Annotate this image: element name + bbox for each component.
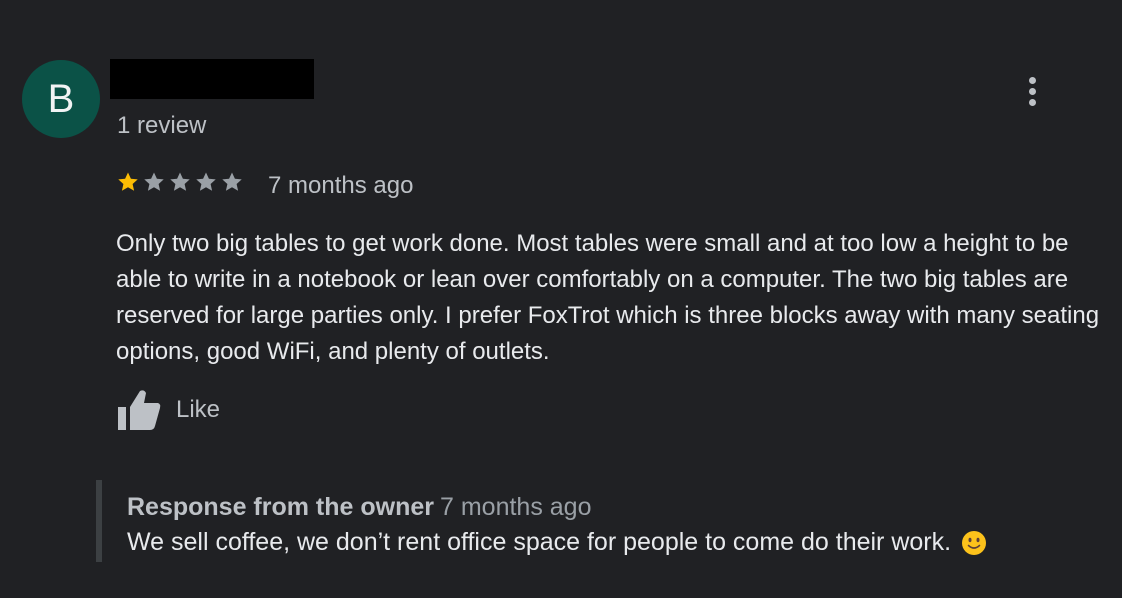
star-icon [144, 172, 164, 191]
star-icon [222, 172, 242, 191]
like-button[interactable]: Like [116, 388, 220, 432]
star-icon [118, 172, 138, 191]
avatar-letter: B [47, 76, 75, 121]
avatar[interactable]: B [22, 60, 100, 138]
review-text: Only two big tables to get work done. Mo… [116, 230, 1100, 365]
star-rating [116, 170, 244, 194]
owner-response-title: Response from the owner [127, 493, 434, 521]
reviewer-name-redacted [110, 59, 314, 99]
review-card: B 1 review 7 months ago Only two big tab… [0, 0, 1122, 598]
owner-response-date: 7 months ago [440, 493, 592, 521]
review-date: 7 months ago [268, 172, 414, 199]
like-label: Like [176, 396, 221, 423]
star-icon [196, 172, 216, 191]
owner-response-body: We sell coffee, we don’t rent office spa… [127, 528, 987, 557]
slightly-smiling-face-icon [962, 530, 987, 555]
review-count: 1 review [117, 112, 207, 139]
owner-response: Response from the owner 7 months ago We s… [96, 480, 1102, 562]
more-options-button[interactable] [1017, 74, 1047, 108]
owner-response-text: We sell coffee, we don’t rent office spa… [127, 528, 952, 556]
more-vert-icon [1028, 76, 1036, 84]
star-icon [170, 172, 190, 191]
thumbs-up-icon [118, 390, 161, 430]
owner-response-header: Response from the owner 7 months ago [127, 493, 592, 522]
